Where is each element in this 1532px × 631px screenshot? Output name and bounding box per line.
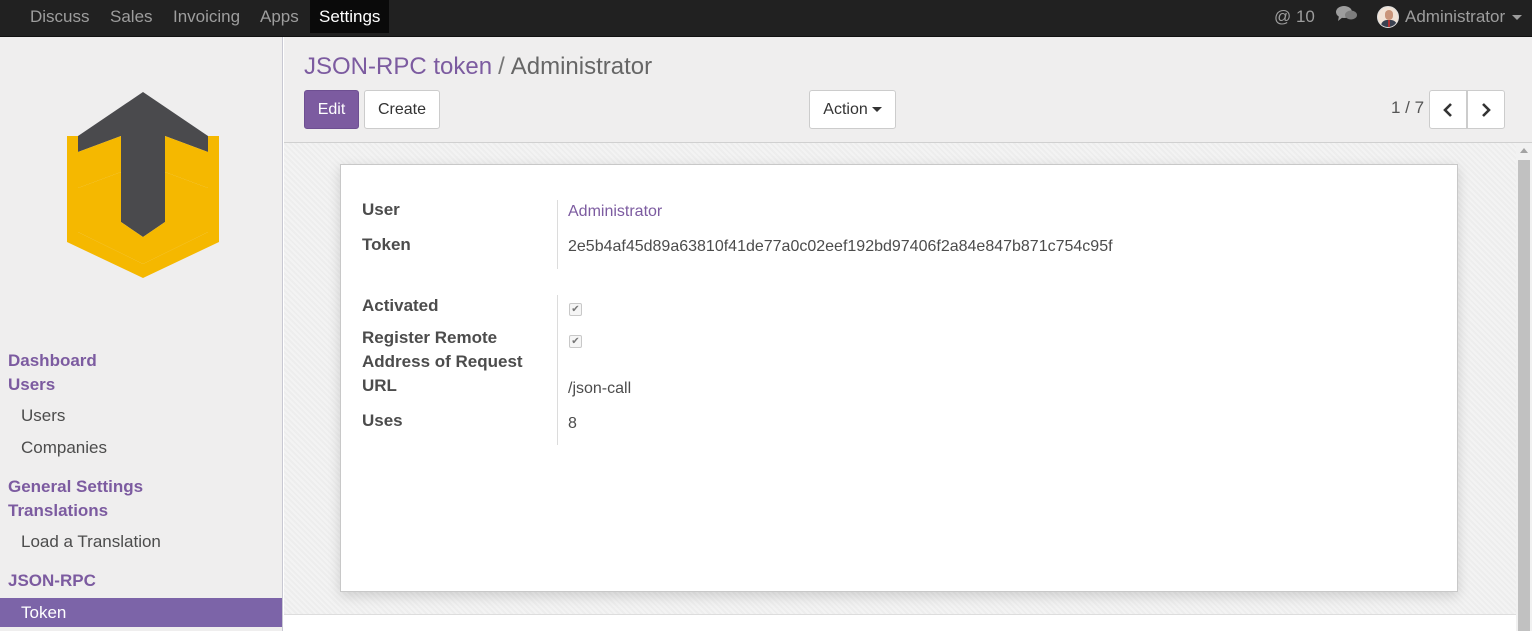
group-divider [557,200,558,269]
sidebar-head-jsonrpc[interactable]: JSON-RPC [8,571,96,591]
user-label: User [362,200,400,219]
action-label: Action [823,101,868,118]
sidebar-item-companies[interactable]: Companies [21,438,107,458]
form-sheet: User Administrator Token 2e5b4af45d89a63… [340,164,1458,592]
nav-discuss[interactable]: Discuss [21,0,99,33]
url-value: /json-call [568,380,632,397]
sidebar-item-users[interactable]: Users [21,406,65,426]
url-label: URL [362,376,397,395]
company-logo [67,92,219,278]
control-panel: JSON-RPC token / Administrator Edit Create… [284,37,1532,143]
sidebar-head-translations[interactable]: Translations [8,501,108,521]
nav-apps[interactable]: Apps [251,0,308,33]
top-navbar: Discuss Sales Invoicing Apps Settings @ … [0,0,1532,37]
sidebar: Dashboard Users Users Companies General … [0,37,283,631]
chevron-left-icon [1443,103,1452,118]
uses-value: 8 [568,415,577,432]
vertical-scrollbar[interactable] [1516,143,1532,631]
sidebar-item-dashboard[interactable]: Dashboard [8,351,97,371]
caret-down-icon [871,107,882,113]
scroll-up-arrow-icon[interactable] [1520,148,1528,153]
sidebar-item-token[interactable]: Token [0,598,282,627]
chatter-area [284,614,1516,631]
mentions-counter[interactable]: @ 10 [1274,0,1315,33]
create-button[interactable]: Create [364,90,440,129]
chevron-right-icon [1482,103,1491,118]
breadcrumb-current: Administrator [510,53,653,80]
breadcrumb-separator: / [498,53,505,80]
sidebar-item-general-settings[interactable]: General Settings [8,477,143,497]
group-divider [557,295,558,445]
nav-invoicing[interactable]: Invoicing [164,0,249,33]
user-avatar[interactable] [1377,6,1399,28]
breadcrumb-parent-link[interactable]: JSON-RPC token [304,53,492,80]
pager-value[interactable]: 1 / 7 [1391,98,1424,118]
uses-label: Uses [362,411,403,430]
edit-button[interactable]: Edit [304,90,359,129]
user-value-link[interactable]: Administrator [568,203,662,221]
register-remote-label: Register Remote Address of Request [362,328,523,371]
chat-bubbles-icon[interactable] [1336,5,1358,27]
activated-checkbox[interactable]: ✔ [569,303,582,316]
activated-label: Activated [362,296,439,315]
pager-next-button[interactable] [1467,90,1505,129]
nav-settings[interactable]: Settings [310,0,390,33]
action-dropdown[interactable]: Action [809,90,896,129]
sidebar-head-users[interactable]: Users [8,375,55,395]
nav-sales[interactable]: Sales [101,0,162,33]
register-remote-checkbox[interactable]: ✔ [569,335,582,348]
breadcrumb: JSON-RPC token / Administrator [304,53,652,81]
pager-previous-button[interactable] [1429,90,1467,129]
token-label: Token [362,235,411,254]
sidebar-item-load-translation[interactable]: Load a Translation [21,532,161,552]
user-menu-name[interactable]: Administrator [1405,0,1505,33]
token-value: 2e5b4af45d89a63810f41de77a0c02eef192bd97… [568,238,1113,255]
scrollbar-thumb[interactable] [1518,160,1530,631]
